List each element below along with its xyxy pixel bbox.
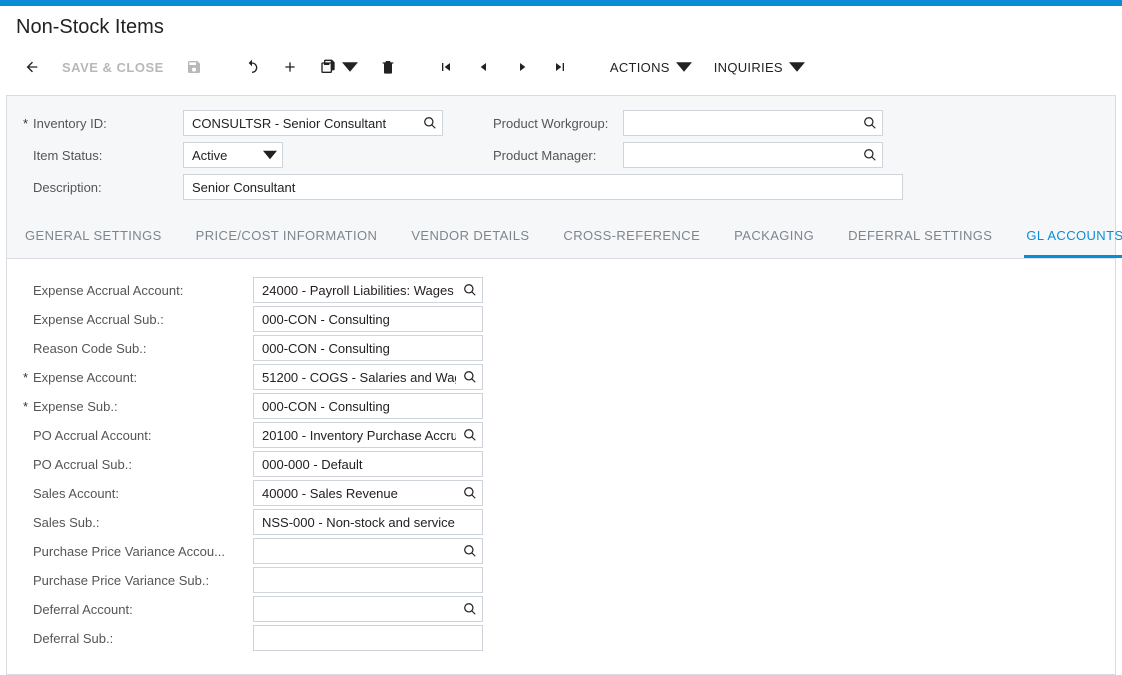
tab-packaging[interactable]: PACKAGING: [732, 222, 816, 258]
tab-vendor-details[interactable]: VENDOR DETAILS: [409, 222, 531, 258]
reason-code-sub-label: Reason Code Sub.:: [23, 341, 253, 356]
expense-account-input[interactable]: [253, 364, 483, 390]
ppv-account-input[interactable]: [253, 538, 483, 564]
deferral-account-label: Deferral Account:: [23, 602, 253, 617]
search-icon[interactable]: [463, 283, 477, 297]
inquiries-label: INQUIRIES: [714, 60, 783, 75]
deferral-sub-input[interactable]: [253, 625, 483, 651]
ppv-sub-label: Purchase Price Variance Sub.:: [23, 573, 253, 588]
search-icon[interactable]: [863, 148, 877, 162]
save-and-close-button: SAVE & CLOSE: [54, 54, 172, 81]
search-icon[interactable]: [463, 486, 477, 500]
delete-button[interactable]: [372, 53, 404, 81]
tab-price-cost[interactable]: PRICE/COST INFORMATION: [194, 222, 380, 258]
product-manager-input[interactable]: [623, 142, 883, 168]
chevron-down-icon[interactable]: [263, 148, 277, 162]
product-workgroup-field-wrap: [623, 110, 883, 136]
reason-code-sub-input[interactable]: [253, 335, 483, 361]
gl-accounts-panel: Expense Accrual Account: Expense Accrual…: [7, 259, 1115, 674]
po-accrual-sub-label: PO Accrual Sub.:: [23, 457, 253, 472]
search-icon[interactable]: [463, 428, 477, 442]
sales-sub-input[interactable]: [253, 509, 483, 535]
tab-strip: GENERAL SETTINGS PRICE/COST INFORMATION …: [7, 208, 1115, 259]
sales-account-label: Sales Account:: [23, 486, 253, 501]
inventory-id-label: Inventory ID:: [23, 116, 183, 131]
search-icon[interactable]: [463, 370, 477, 384]
inventory-id-field-wrap: [183, 110, 443, 136]
product-manager-field-wrap: [623, 142, 883, 168]
description-input[interactable]: [183, 174, 903, 200]
header-form: Inventory ID: Product Workgroup: Item St…: [7, 96, 1115, 208]
expense-sub-label: Expense Sub.:: [23, 399, 253, 414]
sales-sub-label: Sales Sub.:: [23, 515, 253, 530]
search-icon[interactable]: [863, 116, 877, 130]
product-workgroup-label: Product Workgroup:: [483, 116, 623, 131]
tab-cross-reference[interactable]: CROSS-REFERENCE: [561, 222, 702, 258]
save-button[interactable]: [178, 53, 210, 81]
add-button[interactable]: [274, 53, 306, 81]
expense-accrual-sub-input[interactable]: [253, 306, 483, 332]
undo-button[interactable]: [236, 53, 268, 81]
tab-deferral-settings[interactable]: DEFERRAL SETTINGS: [846, 222, 994, 258]
content-panel: Inventory ID: Product Workgroup: Item St…: [6, 95, 1116, 675]
inventory-id-input[interactable]: [183, 110, 443, 136]
ppv-account-label: Purchase Price Variance Accou...: [23, 544, 253, 559]
last-button[interactable]: [544, 53, 576, 81]
search-icon[interactable]: [463, 544, 477, 558]
description-label: Description:: [23, 180, 183, 195]
po-accrual-account-input[interactable]: [253, 422, 483, 448]
toolbar: SAVE & CLOSE ACTIONS INQUIRIES: [0, 53, 1122, 95]
save-close-label: SAVE & CLOSE: [62, 60, 164, 75]
back-button[interactable]: [16, 53, 48, 81]
po-accrual-account-label: PO Accrual Account:: [23, 428, 253, 443]
expense-sub-input[interactable]: [253, 393, 483, 419]
search-icon[interactable]: [423, 116, 437, 130]
tab-general-settings[interactable]: GENERAL SETTINGS: [23, 222, 164, 258]
actions-button[interactable]: ACTIONS: [602, 53, 700, 81]
deferral-sub-label: Deferral Sub.:: [23, 631, 253, 646]
product-manager-label: Product Manager:: [483, 148, 623, 163]
product-workgroup-input[interactable]: [623, 110, 883, 136]
item-status-field-wrap: [183, 142, 283, 168]
prev-button[interactable]: [468, 53, 500, 81]
ppv-sub-input[interactable]: [253, 567, 483, 593]
deferral-account-input[interactable]: [253, 596, 483, 622]
item-status-label: Item Status:: [23, 148, 183, 163]
page-title: Non-Stock Items: [0, 6, 1122, 53]
inquiries-button[interactable]: INQUIRIES: [706, 53, 813, 81]
first-button[interactable]: [430, 53, 462, 81]
expense-accrual-sub-label: Expense Accrual Sub.:: [23, 312, 253, 327]
actions-label: ACTIONS: [610, 60, 670, 75]
clipboard-button[interactable]: [312, 53, 366, 81]
sales-account-input[interactable]: [253, 480, 483, 506]
expense-accrual-account-label: Expense Accrual Account:: [23, 283, 253, 298]
po-accrual-sub-input[interactable]: [253, 451, 483, 477]
expense-account-label: Expense Account:: [23, 370, 253, 385]
tab-gl-accounts[interactable]: GL ACCOUNTS: [1024, 222, 1122, 258]
expense-accrual-account-input[interactable]: [253, 277, 483, 303]
next-button[interactable]: [506, 53, 538, 81]
